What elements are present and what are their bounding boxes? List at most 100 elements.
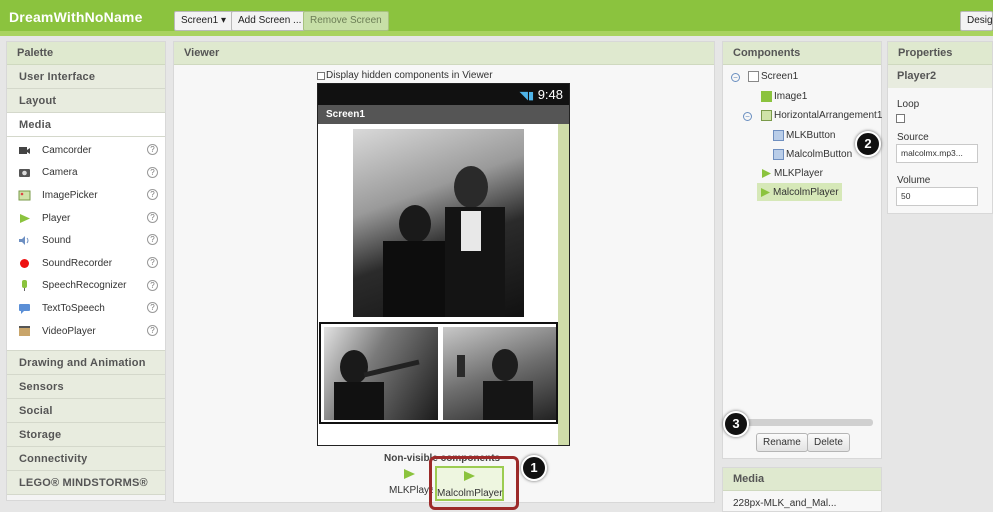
- help-icon[interactable]: ?: [147, 189, 158, 201]
- nonvisible-malcolmplayer[interactable]: MalcolmPlayer: [435, 466, 504, 501]
- loop-label: Loop: [897, 99, 920, 110]
- status-bar: ◥▮ 9:48: [318, 84, 569, 105]
- status-time: 9:48: [537, 87, 563, 102]
- delete-button[interactable]: Delete: [807, 433, 850, 452]
- tree-label: MLKPlayer: [774, 168, 823, 179]
- loop-checkbox[interactable]: [896, 114, 905, 123]
- palette-item-texttospeech[interactable]: TextToSpeech ?: [7, 297, 165, 320]
- help-icon[interactable]: ?: [147, 234, 158, 246]
- source-field[interactable]: malcolmx.mp3...: [896, 144, 978, 163]
- tree-item-screen1[interactable]: Screen1: [748, 71, 798, 82]
- palette-item-sound[interactable]: Sound ?: [7, 229, 165, 252]
- help-icon[interactable]: ?: [147, 302, 158, 314]
- speechrecognizer-icon: [18, 279, 31, 292]
- tree-item-mlkplayer[interactable]: MLKPlayer: [761, 168, 823, 179]
- button-icon: [773, 130, 784, 141]
- palette-item-label: Sound: [42, 235, 71, 247]
- media-item[interactable]: 228px-MLK_and_Mal...: [723, 491, 881, 509]
- callout-1: 1: [521, 455, 547, 481]
- components-title: Components: [723, 42, 881, 65]
- remove-screen-button[interactable]: Remove Screen: [303, 11, 389, 31]
- collapse-toggle-icon[interactable]: −: [731, 73, 740, 82]
- palette-item-soundrecorder[interactable]: SoundRecorder ?: [7, 252, 165, 275]
- horizontal-arrangement[interactable]: [319, 322, 558, 424]
- palette-panel: Palette User Interface Layout Media Camc…: [6, 41, 166, 501]
- palette-item-label: Camcorder: [42, 144, 92, 156]
- nonvisible-item-label: MalcolmPlayer: [437, 488, 503, 499]
- palette-title: Palette: [7, 42, 165, 65]
- category-sensors[interactable]: Sensors: [7, 375, 165, 400]
- palette-item-label: SoundRecorder: [42, 257, 113, 269]
- screen-selector[interactable]: Screen1 ▾: [174, 11, 234, 31]
- camcorder-icon: [18, 144, 31, 157]
- category-social[interactable]: Social: [7, 399, 165, 424]
- category-drawing-animation[interactable]: Drawing and Animation: [7, 351, 165, 376]
- category-media[interactable]: Media: [7, 113, 165, 137]
- volume-label: Volume: [897, 175, 931, 186]
- properties-title: Properties: [888, 42, 992, 65]
- screen-title-bar: Screen1: [318, 105, 569, 124]
- palette-item-label: ImagePicker: [42, 189, 98, 201]
- palette-item-camcorder[interactable]: Camcorder ?: [7, 139, 165, 162]
- callout-3: 3: [723, 411, 749, 437]
- category-connectivity[interactable]: Connectivity: [7, 447, 165, 472]
- palette-item-player[interactable]: Player ?: [7, 207, 165, 230]
- horizontal-scrollbar[interactable]: [733, 419, 873, 426]
- rename-button[interactable]: Rename: [756, 433, 808, 452]
- volume-field[interactable]: 50: [896, 187, 978, 206]
- texttospeech-icon: [18, 302, 31, 315]
- phone-scroll-edge: [558, 124, 569, 445]
- help-icon[interactable]: ?: [147, 211, 158, 223]
- tree-item-mlkbutton[interactable]: MLKButton: [773, 130, 835, 141]
- viewer-title: Viewer: [174, 42, 714, 65]
- components-panel: Components: [722, 41, 882, 459]
- help-icon[interactable]: ?: [147, 324, 158, 336]
- tree-item-image1[interactable]: Image1: [761, 91, 807, 102]
- arrangement-icon: [761, 110, 772, 121]
- palette-item-label: TextToSpeech: [42, 302, 105, 314]
- tree-label: MLKButton: [786, 130, 836, 141]
- tree-label: Image1: [774, 91, 808, 102]
- nonvisible-mlkplayer[interactable]: MLKPlayer: [389, 468, 433, 496]
- palette-item-imagepicker[interactable]: ImagePicker ?: [7, 184, 165, 207]
- hidden-checkbox-label: Display hidden components in Viewer: [326, 70, 493, 81]
- palette-item-label: Camera: [42, 167, 78, 179]
- category-storage[interactable]: Storage: [7, 423, 165, 448]
- hidden-checkbox[interactable]: [317, 71, 325, 80]
- tree-item-horizontalarrangement1[interactable]: HorizontalArrangement1: [761, 110, 882, 121]
- source-label: Source: [897, 132, 929, 143]
- help-icon[interactable]: ?: [147, 279, 158, 291]
- help-icon[interactable]: ?: [147, 256, 158, 268]
- designer-button[interactable]: Designer: [960, 11, 993, 31]
- soundrecorder-icon: [18, 257, 31, 270]
- camera-icon: [18, 166, 31, 179]
- nonvisible-item-label: MLKPlayer: [389, 485, 433, 496]
- screen-icon: [748, 71, 759, 82]
- palette-item-label: Player: [42, 212, 71, 224]
- category-layout[interactable]: Layout: [7, 89, 165, 113]
- category-user-interface[interactable]: User Interface: [7, 65, 165, 89]
- help-icon[interactable]: ?: [147, 166, 158, 178]
- palette-item-speechrecognizer[interactable]: SpeechRecognizer ?: [7, 275, 165, 298]
- display-hidden-toggle[interactable]: Display hidden components in Viewer: [317, 70, 493, 81]
- tree-item-malcolmbutton[interactable]: MalcolmButton: [773, 149, 852, 160]
- callout-2: 2: [855, 131, 881, 157]
- player-icon: [762, 169, 771, 178]
- tree-label: HorizontalArrangement1: [774, 110, 883, 121]
- image1-photo[interactable]: [353, 129, 524, 317]
- imagepicker-icon: [18, 189, 31, 202]
- button-icon: [773, 149, 784, 160]
- player-icon: [464, 471, 475, 481]
- palette-item-videoplayer[interactable]: VideoPlayer ?: [7, 320, 165, 343]
- category-lego-mindstorms[interactable]: LEGO® MINDSTORMS®: [7, 471, 165, 496]
- add-screen-button[interactable]: Add Screen ...: [231, 11, 309, 31]
- mlk-button[interactable]: [324, 327, 438, 420]
- tree-item-malcolmplayer[interactable]: MalcolmPlayer: [757, 183, 842, 201]
- collapse-toggle-icon[interactable]: −: [743, 112, 752, 121]
- palette-item-camera[interactable]: Camera ?: [7, 162, 165, 185]
- malcolm-button[interactable]: [443, 327, 556, 420]
- tree-label: MalcolmButton: [786, 149, 853, 160]
- player-icon: [18, 212, 31, 225]
- help-icon[interactable]: ?: [147, 144, 158, 155]
- phone-preview: ◥▮ 9:48 Screen1: [317, 83, 570, 446]
